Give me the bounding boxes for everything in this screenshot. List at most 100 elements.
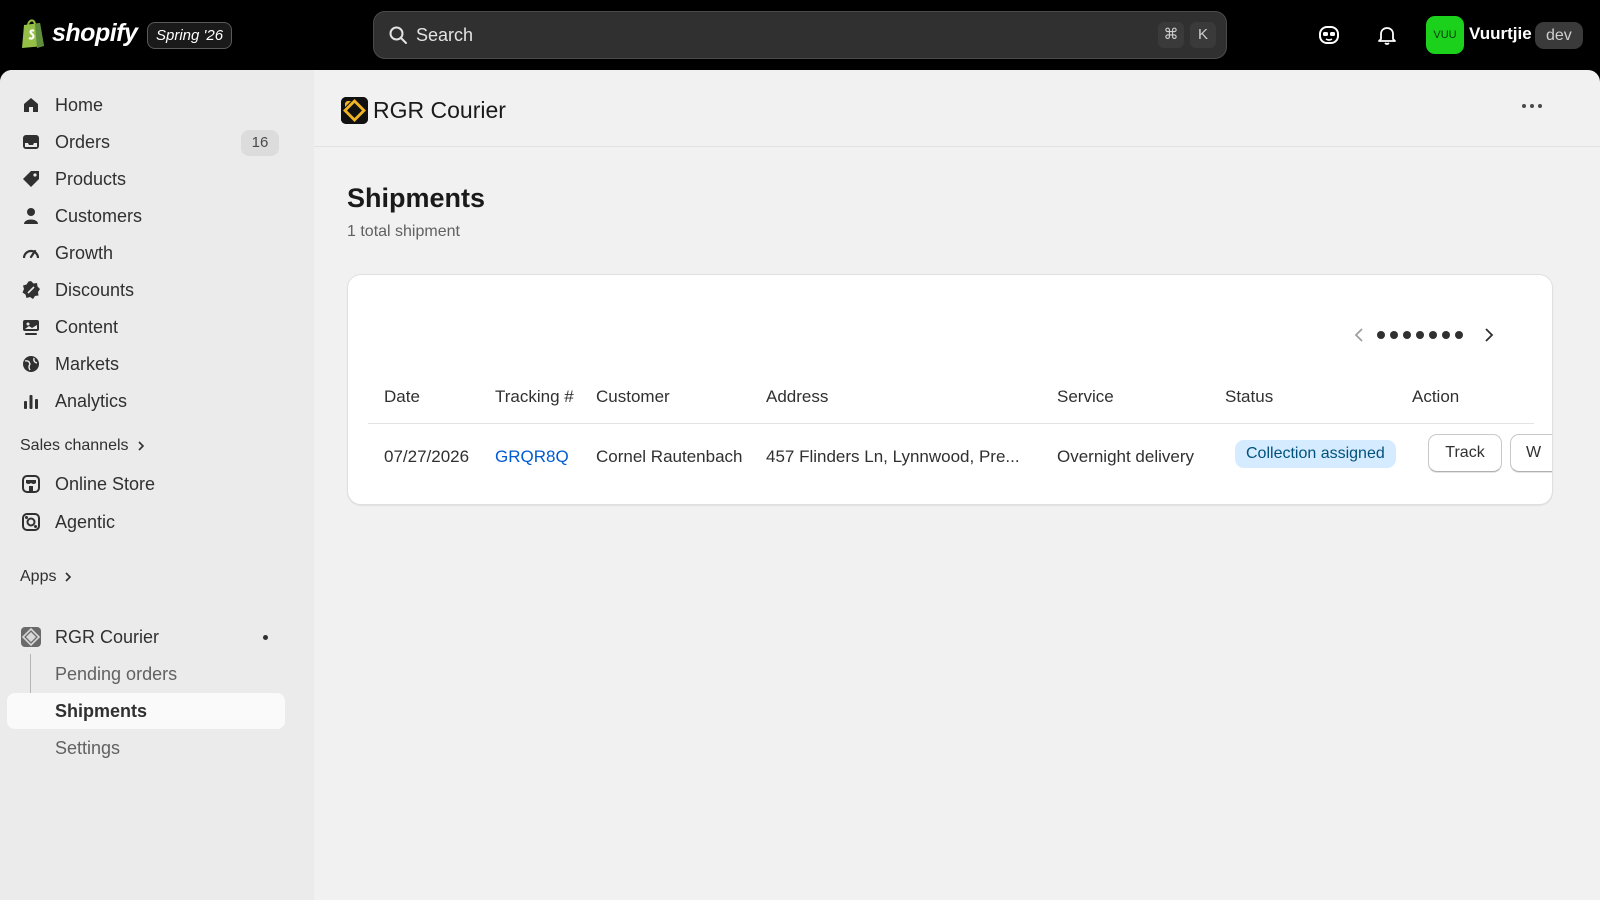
more-dot bbox=[1530, 104, 1534, 108]
app-title: RGR Courier bbox=[373, 97, 506, 123]
search-placeholder: Search bbox=[416, 25, 474, 45]
app-title-bar: RGR Courier bbox=[314, 70, 1600, 147]
sidebar-item-growth[interactable]: Growth bbox=[7, 235, 285, 271]
sidebar-item-label: Content bbox=[55, 317, 119, 337]
more-actions-button[interactable] bbox=[1522, 104, 1542, 108]
shipments-card: Date Tracking # Customer Address Service… bbox=[347, 274, 1553, 505]
gauge-icon bbox=[22, 249, 40, 259]
track-button[interactable]: Track bbox=[1428, 434, 1502, 472]
sidebar-item-agentic[interactable]: Agentic bbox=[7, 504, 285, 540]
sidebar-item-label: Products bbox=[55, 169, 127, 189]
notifications-button[interactable] bbox=[1372, 20, 1402, 50]
env-badge: dev bbox=[1535, 22, 1583, 49]
sidebar-item-label: RGR Courier bbox=[55, 627, 160, 647]
more-dot bbox=[1538, 104, 1542, 108]
bar-chart-icon bbox=[24, 395, 38, 409]
tracking-link[interactable]: GRQR8Q bbox=[495, 447, 569, 467]
pagination-dot[interactable] bbox=[1455, 331, 1463, 339]
sidebar-subitem-pending-orders[interactable]: Pending orders bbox=[7, 656, 285, 692]
waybill-button[interactable]: W bbox=[1510, 434, 1552, 472]
cell-date: 07/27/2026 bbox=[384, 447, 470, 466]
shopify-bag-icon bbox=[22, 19, 44, 48]
chevron-right-icon[interactable] bbox=[1482, 325, 1496, 345]
sidebar-item-customers[interactable]: Customers bbox=[7, 198, 285, 234]
store-name[interactable]: Vuurtjie bbox=[1469, 24, 1532, 44]
rgr-courier-logo bbox=[341, 97, 368, 124]
sidebar-subitem-settings[interactable]: Settings bbox=[7, 730, 285, 766]
sidebar-item-online-store[interactable]: Online Store bbox=[7, 466, 285, 502]
release-badge[interactable]: Spring '26 bbox=[147, 22, 233, 49]
sidebar-item-label: Home bbox=[55, 95, 104, 115]
pinned-indicator bbox=[263, 635, 268, 640]
sidebar-item-label: Customers bbox=[55, 206, 143, 226]
pagination-dot[interactable] bbox=[1442, 331, 1450, 339]
chevron-left-icon[interactable] bbox=[1352, 325, 1366, 345]
brand-wordmark: shopify bbox=[52, 18, 138, 47]
tag-icon bbox=[23, 171, 39, 187]
sidekick-button[interactable] bbox=[1314, 20, 1344, 50]
page-title: Shipments bbox=[347, 183, 486, 213]
sidebar-item-label: Agentic bbox=[55, 512, 116, 532]
top-bar: shopify Spring '26 Search ⌘ K VUU Vuurtj… bbox=[0, 0, 1600, 70]
sidebar-item-label: Orders bbox=[55, 132, 111, 152]
shopify-logo[interactable]: shopify bbox=[20, 17, 138, 49]
column-header-status[interactable]: Status bbox=[1225, 387, 1273, 407]
sidebar-item-markets[interactable]: Markets bbox=[7, 346, 285, 382]
sidebar: Home Orders 16 Products Customers Growth… bbox=[0, 70, 314, 900]
page-subtitle: 1 total shipment bbox=[347, 223, 460, 240]
admin-frame: Home Orders 16 Products Customers Growth… bbox=[0, 70, 1600, 900]
person-icon bbox=[24, 208, 38, 224]
sidebar-item-label: Growth bbox=[55, 243, 114, 263]
cell-service: Overnight delivery bbox=[1057, 447, 1195, 466]
sidebar-item-products[interactable]: Products bbox=[7, 161, 285, 197]
status-badge: Collection assigned bbox=[1235, 440, 1396, 468]
shortcut-cmd-key: ⌘ bbox=[1158, 22, 1184, 48]
pagination-dots bbox=[1377, 331, 1463, 339]
sidebar-item-discounts[interactable]: Discounts bbox=[7, 272, 285, 308]
sidebar-subitem-shipments[interactable]: Shipments bbox=[7, 693, 285, 729]
agentic-icon bbox=[22, 513, 40, 531]
home-icon bbox=[24, 98, 38, 112]
sidebar-item-rgr-courier[interactable]: RGR Courier bbox=[7, 619, 285, 655]
content-icon bbox=[23, 320, 39, 335]
apps-label: Apps bbox=[20, 568, 57, 585]
apps-heading[interactable]: Apps bbox=[20, 568, 72, 586]
sidebar-item-label: Markets bbox=[55, 354, 120, 374]
column-header-service[interactable]: Service bbox=[1057, 387, 1114, 407]
sales-channels-heading[interactable]: Sales channels bbox=[20, 437, 145, 455]
sidebar-item-orders[interactable]: Orders 16 bbox=[7, 124, 285, 160]
pagination bbox=[1352, 323, 1502, 347]
rgr-courier-app-icon bbox=[21, 627, 41, 647]
column-header-date[interactable]: Date bbox=[384, 387, 420, 407]
chevron-right-icon bbox=[137, 441, 144, 451]
sidebar-subitem-label: Shipments bbox=[55, 701, 148, 721]
orders-icon bbox=[23, 135, 39, 149]
orders-count-badge: 16 bbox=[241, 130, 279, 156]
pagination-dot[interactable] bbox=[1429, 331, 1437, 339]
sidekick-icon bbox=[1319, 26, 1339, 44]
sales-channels-label: Sales channels bbox=[20, 437, 129, 454]
discount-icon bbox=[22, 281, 40, 299]
pagination-dot[interactable] bbox=[1377, 331, 1385, 339]
sidebar-item-home[interactable]: Home bbox=[7, 87, 285, 123]
pagination-dot[interactable] bbox=[1390, 331, 1398, 339]
column-header-tracking[interactable]: Tracking # bbox=[495, 387, 574, 407]
pagination-dot[interactable] bbox=[1403, 331, 1411, 339]
search-icon bbox=[389, 26, 407, 44]
column-header-customer[interactable]: Customer bbox=[596, 387, 670, 407]
sidebar-item-analytics[interactable]: Analytics bbox=[7, 383, 285, 419]
chevron-right-icon bbox=[65, 572, 72, 582]
sidebar-subitem-label: Pending orders bbox=[55, 664, 178, 684]
pagination-dot[interactable] bbox=[1416, 331, 1424, 339]
sidebar-item-content[interactable]: Content bbox=[7, 309, 285, 345]
globe-icon bbox=[23, 356, 39, 372]
column-header-address[interactable]: Address bbox=[766, 387, 828, 407]
main-content: RGR Courier Shipments 1 total shipment D… bbox=[314, 70, 1600, 900]
sidebar-item-label: Discounts bbox=[55, 280, 135, 300]
shortcut-k-key: K bbox=[1190, 22, 1216, 48]
column-header-action: Action bbox=[1412, 387, 1460, 406]
search-input[interactable]: Search ⌘ K bbox=[373, 11, 1227, 59]
avatar[interactable]: VUU bbox=[1426, 16, 1464, 54]
table-header-divider bbox=[368, 423, 1534, 424]
cell-address: 457 Flinders Ln, Lynnwood, Pre... bbox=[766, 447, 1020, 466]
